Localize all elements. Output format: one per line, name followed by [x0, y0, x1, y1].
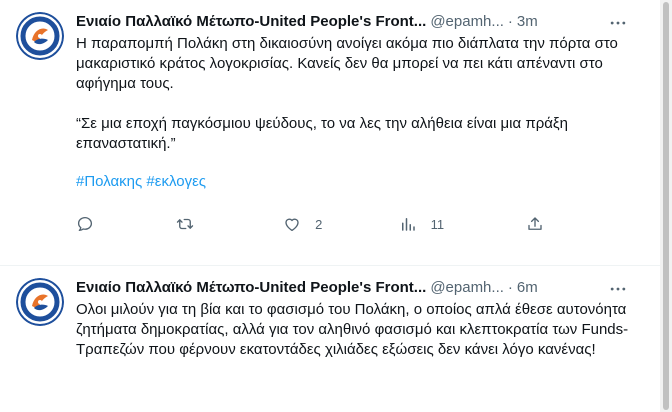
retweet-button[interactable]: [176, 214, 284, 234]
tweet-content: Ενιαίο Παλλαϊκό Μέτωπο-United People's F…: [76, 12, 644, 265]
views-button[interactable]: 11: [399, 214, 526, 234]
tweet[interactable]: Ενιαίο Παλλαϊκό Μέτωπο-United People's F…: [0, 0, 660, 266]
heart-icon: [285, 218, 299, 232]
tweet-content: Ενιαίο Παλλαϊκό Μέτωπο-United People's F…: [76, 278, 644, 412]
separator: ·: [507, 279, 513, 296]
timestamp[interactable]: 3m: [517, 12, 538, 32]
more-horizontal-icon: [610, 287, 626, 291]
timeline-feed: Ενιαίο Παλλαϊκό Μέτωπο-United People's F…: [0, 0, 660, 412]
tweet[interactable]: Ενιαίο Παλλαϊκό Μέτωπο-United People's F…: [0, 266, 660, 412]
share-button[interactable]: [526, 214, 546, 234]
views-count: 11: [430, 216, 445, 232]
like-button[interactable]: 2: [283, 214, 399, 234]
scrollbar-thumb[interactable]: [663, 2, 669, 410]
avatar[interactable]: [16, 278, 64, 326]
timestamp[interactable]: 6m: [517, 278, 538, 298]
reply-icon: [77, 216, 93, 232]
tweet-header: Ενιαίο Παλλαϊκό Μέτωπο-United People's F…: [76, 278, 644, 298]
more-options-button[interactable]: [606, 279, 630, 299]
epam-logo-icon: [16, 12, 64, 60]
tweet-header: Ενιαίο Παλλαϊκό Μέτωπο-United People's F…: [76, 12, 644, 32]
hashtag-link[interactable]: #εκλογες: [146, 173, 206, 190]
like-count: 2: [315, 216, 323, 232]
reply-button[interactable]: [76, 214, 176, 234]
action-bar: 2 11: [76, 214, 546, 234]
hashtag-row: #Πολακης #εκλογες: [76, 172, 644, 192]
share-icon: [528, 217, 542, 230]
epam-logo-icon: [16, 278, 64, 326]
more-options-button[interactable]: [606, 13, 630, 33]
tweet-text: Η παραπομπή Πολάκη στη δικαιοσύνη ανοίγε…: [76, 35, 618, 152]
separator: ·: [507, 13, 513, 30]
scrollbar[interactable]: [660, 0, 672, 412]
tweet-text: Ολοι μιλούν για τη βία και το φασισμό το…: [76, 301, 631, 358]
author-name[interactable]: Ενιαίο Παλλαϊκό Μέτωπο-United People's F…: [76, 12, 426, 32]
hashtag-link[interactable]: #Πολακης: [76, 173, 142, 190]
more-horizontal-icon: [610, 21, 626, 25]
author-handle[interactable]: @epamh...: [430, 278, 504, 298]
author-name[interactable]: Ενιαίο Παλλαϊκό Μέτωπο-United People's F…: [76, 278, 426, 298]
avatar[interactable]: [16, 12, 64, 60]
retweet-icon: [176, 218, 193, 230]
analytics-icon: [401, 218, 415, 231]
author-handle[interactable]: @epamh...: [430, 12, 504, 32]
